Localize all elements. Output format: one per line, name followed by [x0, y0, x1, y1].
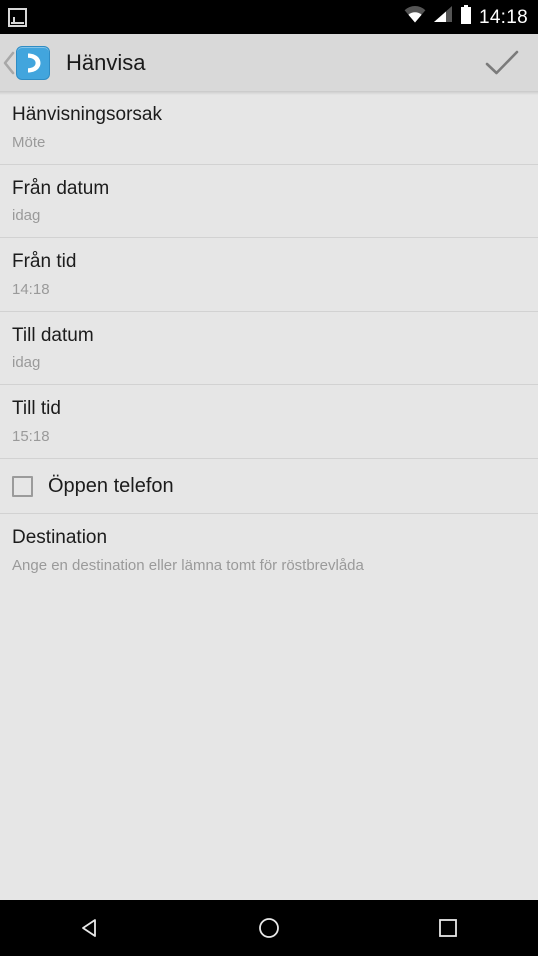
list-item[interactable]: Till datum idag [0, 310, 538, 385]
list-item-value: 15:18 [12, 427, 50, 445]
action-bar: Hänvisa [0, 34, 538, 95]
status-bar-notifications [8, 7, 404, 27]
destination-value: Ange en destination eller lämna tomt för… [12, 557, 364, 575]
status-bar-clock: 14:18 [478, 6, 528, 28]
list-item-value: idag [12, 354, 41, 372]
list-item[interactable]: Från tid 14:18 [0, 237, 538, 311]
destination-title: Destination [12, 526, 108, 548]
list-item[interactable]: Från datum idag [0, 163, 538, 238]
android-navigation-bar [0, 900, 538, 956]
list-item-value: idag [12, 207, 41, 225]
destination-row[interactable]: Destination Ange en destination eller lä… [0, 512, 538, 588]
status-bar-system-icons: 14:18 [404, 5, 528, 29]
checkmark-icon[interactable] [480, 41, 524, 85]
page-title: Hänvisa [66, 49, 146, 75]
home-circle-icon[interactable] [234, 900, 304, 956]
list-item[interactable]: Hänvisningsorsak Möte [0, 91, 538, 164]
wifi-icon [404, 6, 426, 28]
image-notification-icon [8, 7, 27, 27]
list-item-title: Till tid [12, 398, 61, 419]
open-phone-checkbox-row[interactable]: Öppen telefon [0, 457, 538, 513]
battery-icon [460, 5, 472, 29]
list-item-title: Till datum [12, 324, 94, 346]
list-item-title: Från tid [12, 251, 77, 272]
list-item[interactable]: Till tid 15:18 [0, 384, 538, 458]
open-phone-label: Öppen telefon [48, 475, 174, 497]
list-item-value: 14:18 [12, 280, 50, 298]
list-item-value: Möte [12, 133, 46, 151]
cellular-signal-icon [433, 6, 453, 28]
back-triangle-icon[interactable] [55, 900, 125, 956]
settings-list: Hänvisningsorsak Möte Från datum idag Fr… [0, 91, 538, 587]
android-screen: 14:18 Hänvisa Hänvisningsorsak Möte Från… [0, 0, 538, 956]
phone-handset-icon[interactable] [16, 45, 50, 80]
status-bar: 14:18 [0, 0, 538, 34]
empty-content-area [0, 587, 538, 887]
open-phone-checkbox[interactable] [12, 475, 33, 497]
up-chevron-icon[interactable] [0, 50, 16, 76]
recents-square-icon[interactable] [413, 900, 483, 956]
list-item-title: Hänvisningsorsak [12, 104, 162, 125]
list-item-title: Från datum [12, 177, 110, 199]
